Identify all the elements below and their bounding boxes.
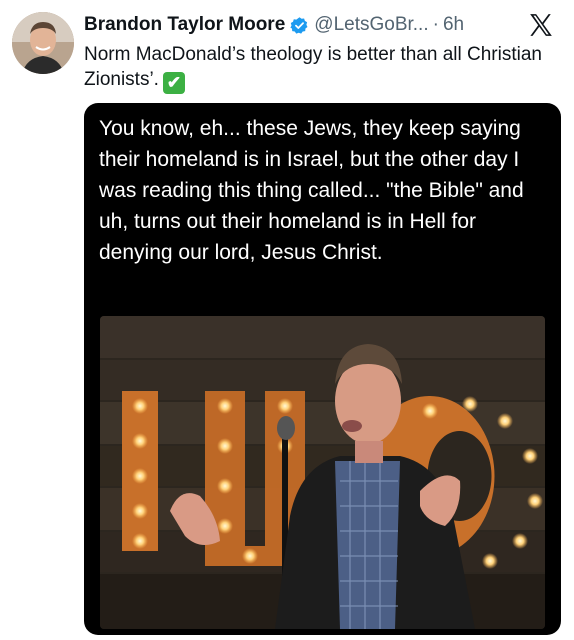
separator-dot: · xyxy=(432,14,439,35)
avatar-image xyxy=(12,12,74,74)
check-mark-emoji-icon: ✔ xyxy=(162,71,185,94)
timestamp[interactable]: 6h xyxy=(443,14,464,36)
tweet-header: Brandon Taylor Moore @LetsGoBr... · 6h xyxy=(84,12,554,38)
avatar[interactable] xyxy=(12,12,74,74)
verified-badge-icon[interactable] xyxy=(290,16,309,35)
tweet-body: Norm MacDonald’s theology is better than… xyxy=(84,44,542,90)
quote-text: You know, eh... these Jews, they keep sa… xyxy=(99,117,524,264)
author-name[interactable]: Brandon Taylor Moore xyxy=(84,14,285,36)
author-handle[interactable]: @LetsGoBr... xyxy=(314,14,428,36)
x-logo-icon xyxy=(528,12,554,38)
stage-photo[interactable] xyxy=(100,316,545,629)
tweet-media[interactable]: You know, eh... these Jews, they keep sa… xyxy=(84,103,561,635)
tweet-text: Norm MacDonald’s theology is better than… xyxy=(84,42,554,94)
comedian-photo-image xyxy=(100,316,545,629)
